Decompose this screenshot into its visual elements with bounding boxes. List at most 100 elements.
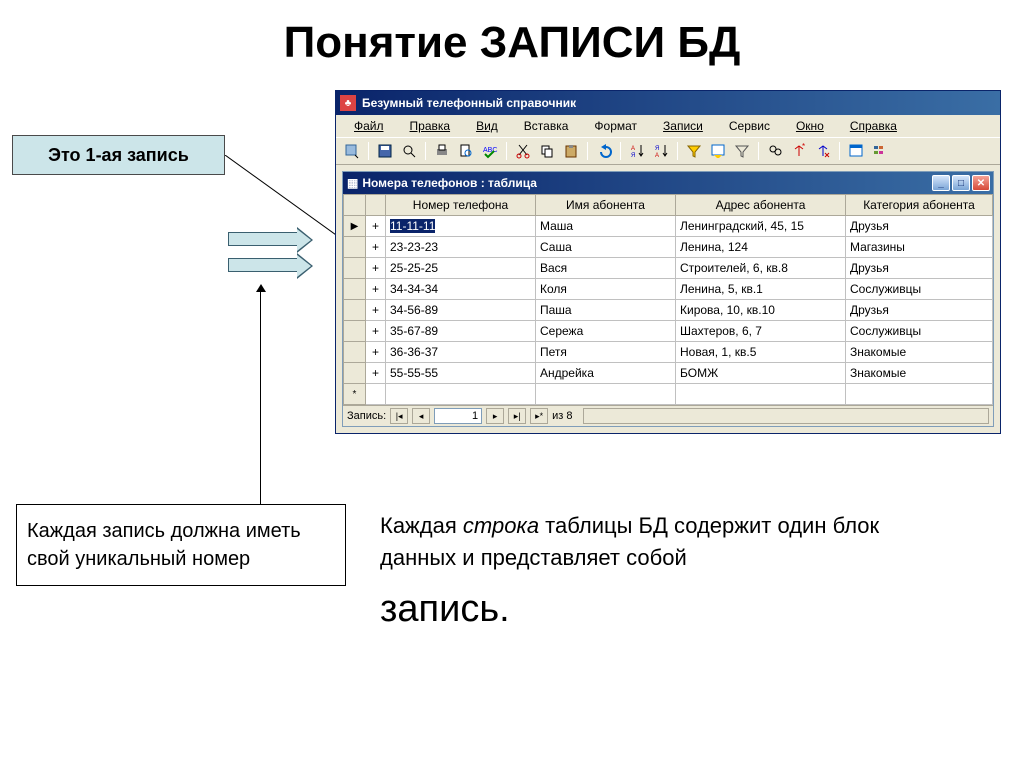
cell-addr[interactable]: Шахтеров, 6, 7 [676, 321, 846, 342]
find-icon[interactable] [765, 141, 785, 161]
nav-prev-button[interactable]: ◂ [412, 408, 430, 424]
col-name[interactable]: Имя абонента [536, 195, 676, 216]
preview-icon[interactable] [456, 141, 476, 161]
search-icon[interactable] [399, 141, 419, 161]
menu-insert[interactable]: Вставка [512, 117, 581, 135]
sort-asc-icon[interactable]: АЯ [627, 141, 647, 161]
nav-next-button[interactable]: ▸ [486, 408, 504, 424]
window-icon[interactable] [846, 141, 866, 161]
print-icon[interactable] [432, 141, 452, 161]
data-table[interactable]: Номер телефона Имя абонента Адрес абонен… [343, 194, 993, 405]
minimize-button[interactable]: _ [932, 175, 950, 191]
cell-name[interactable]: Маша [536, 216, 676, 237]
menu-file[interactable]: Файл [342, 117, 396, 135]
cell-addr[interactable]: Ленина, 5, кв.1 [676, 279, 846, 300]
row-selector[interactable] [344, 342, 366, 363]
cell-name[interactable]: Саша [536, 237, 676, 258]
row-selector-header[interactable] [344, 195, 366, 216]
nav-new-button[interactable]: ▸* [530, 408, 548, 424]
new-record-row[interactable]: * [344, 384, 993, 405]
expand-icon[interactable]: + [366, 279, 386, 300]
table-row[interactable]: +36-36-37ПетяНовая, 1, кв.5Знакомые [344, 342, 993, 363]
row-selector[interactable] [344, 321, 366, 342]
table-row[interactable]: +23-23-23СашаЛенина, 124Магазины [344, 237, 993, 258]
table-row[interactable]: +55-55-55АндрейкаБОМЖЗнакомые [344, 363, 993, 384]
delete-record-icon[interactable] [813, 141, 833, 161]
cell-phone[interactable]: 36-36-37 [386, 342, 536, 363]
cell-name[interactable] [536, 384, 676, 405]
cell-name[interactable]: Сережа [536, 321, 676, 342]
close-button[interactable]: ✕ [972, 175, 990, 191]
new-record-icon[interactable]: * [789, 141, 809, 161]
expand-icon[interactable]: + [366, 237, 386, 258]
menu-help[interactable]: Справка [838, 117, 909, 135]
row-selector[interactable]: * [344, 384, 366, 405]
cell-addr[interactable]: Строителей, 6, кв.8 [676, 258, 846, 279]
expand-icon[interactable]: + [366, 216, 386, 237]
cell-phone[interactable]: 11-11-11 [386, 216, 536, 237]
table-row[interactable]: +25-25-25ВасяСтроителей, 6, кв.8Друзья [344, 258, 993, 279]
menu-edit[interactable]: Правка [398, 117, 463, 135]
col-phone[interactable]: Номер телефона [386, 195, 536, 216]
filter-form-icon[interactable] [708, 141, 728, 161]
paste-icon[interactable] [561, 141, 581, 161]
spellcheck-icon[interactable]: ABC [480, 141, 500, 161]
cell-name[interactable]: Вася [536, 258, 676, 279]
cell-cat[interactable]: Сослуживцы [846, 279, 993, 300]
cell-addr[interactable]: Ленина, 124 [676, 237, 846, 258]
nav-first-button[interactable]: |◂ [390, 408, 408, 424]
cell-phone[interactable]: 34-56-89 [386, 300, 536, 321]
cell-addr[interactable]: Ленинградский, 45, 15 [676, 216, 846, 237]
expand-icon[interactable]: + [366, 363, 386, 384]
cell-phone[interactable]: 25-25-25 [386, 258, 536, 279]
cell-addr[interactable]: Кирова, 10, кв.10 [676, 300, 846, 321]
table-row[interactable]: ▶+11-11-11МашаЛенинградский, 45, 15Друзь… [344, 216, 993, 237]
cell-cat[interactable]: Друзья [846, 300, 993, 321]
cell-cat[interactable]: Магазины [846, 237, 993, 258]
menu-records[interactable]: Записи [651, 117, 715, 135]
cell-cat[interactable]: Сослуживцы [846, 321, 993, 342]
cell-name[interactable]: Петя [536, 342, 676, 363]
table-row[interactable]: +35-67-89СережаШахтеров, 6, 7Сослуживцы [344, 321, 993, 342]
row-selector[interactable] [344, 279, 366, 300]
cell-name[interactable]: Коля [536, 279, 676, 300]
maximize-button[interactable]: □ [952, 175, 970, 191]
undo-icon[interactable] [594, 141, 614, 161]
menu-view[interactable]: Вид [464, 117, 510, 135]
cell-name[interactable]: Паша [536, 300, 676, 321]
expand-icon[interactable]: + [366, 258, 386, 279]
col-cat[interactable]: Категория абонента [846, 195, 993, 216]
copy-icon[interactable] [537, 141, 557, 161]
cell-addr[interactable] [676, 384, 846, 405]
cell-cat[interactable] [846, 384, 993, 405]
menu-format[interactable]: Формат [582, 117, 649, 135]
table-row[interactable]: +34-34-34КоляЛенина, 5, кв.1Сослуживцы [344, 279, 993, 300]
cell-addr[interactable]: Новая, 1, кв.5 [676, 342, 846, 363]
more-icon[interactable] [870, 141, 890, 161]
expand-icon[interactable]: + [366, 300, 386, 321]
menu-tools[interactable]: Сервис [717, 117, 782, 135]
filter-toggle-icon[interactable] [732, 141, 752, 161]
cell-addr[interactable]: БОМЖ [676, 363, 846, 384]
expand-icon[interactable]: + [366, 342, 386, 363]
row-selector[interactable] [344, 300, 366, 321]
table-row[interactable]: +34-56-89ПашаКирова, 10, кв.10Друзья [344, 300, 993, 321]
filter-selection-icon[interactable] [684, 141, 704, 161]
cell-cat[interactable]: Друзья [846, 216, 993, 237]
row-selector[interactable] [344, 258, 366, 279]
menu-window[interactable]: Окно [784, 117, 836, 135]
cell-cat[interactable]: Друзья [846, 258, 993, 279]
h-scrollbar[interactable] [583, 408, 989, 424]
cell-phone[interactable]: 55-55-55 [386, 363, 536, 384]
nav-last-button[interactable]: ▸| [508, 408, 526, 424]
cell-phone[interactable]: 23-23-23 [386, 237, 536, 258]
cell-phone[interactable] [386, 384, 536, 405]
sort-desc-icon[interactable]: ЯА [651, 141, 671, 161]
expand-icon[interactable]: + [366, 321, 386, 342]
cell-cat[interactable]: Знакомые [846, 363, 993, 384]
cell-name[interactable]: Андрейка [536, 363, 676, 384]
cell-phone[interactable]: 35-67-89 [386, 321, 536, 342]
col-addr[interactable]: Адрес абонента [676, 195, 846, 216]
save-icon[interactable] [375, 141, 395, 161]
row-selector[interactable] [344, 363, 366, 384]
